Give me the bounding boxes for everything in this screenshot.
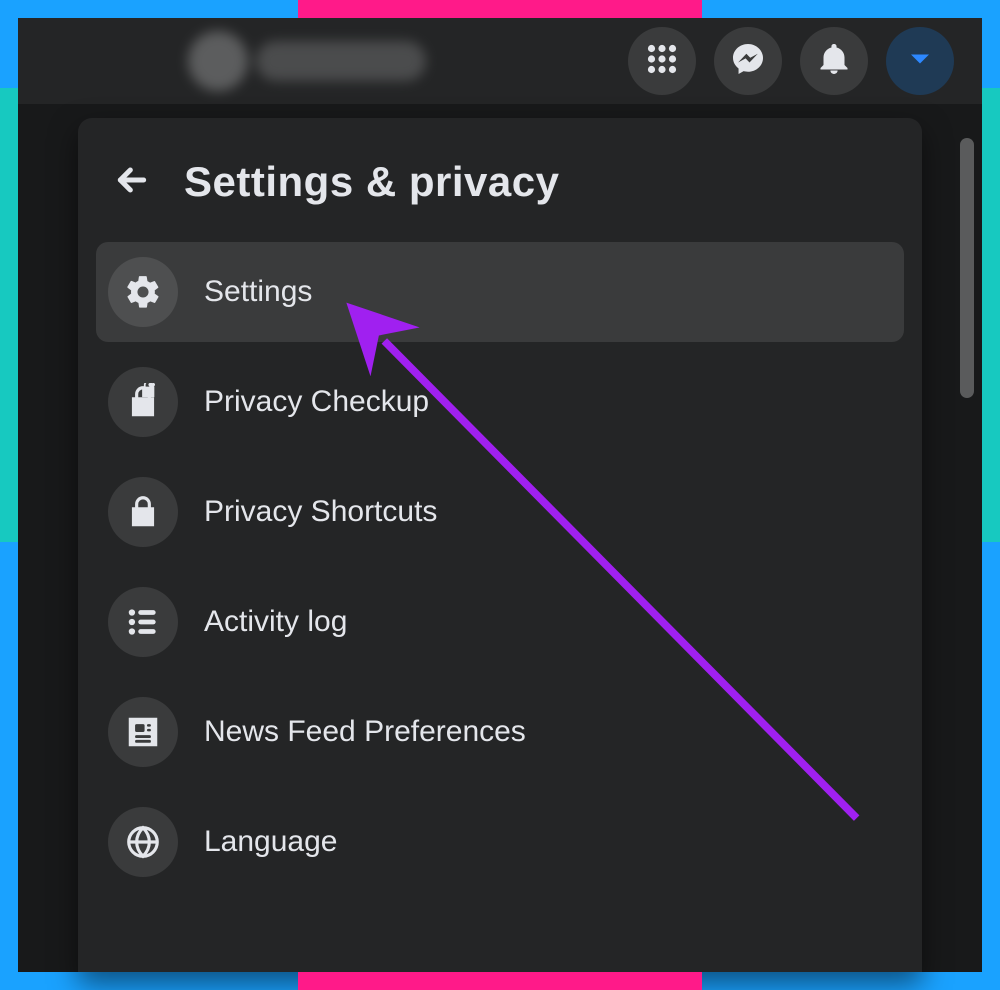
topbar — [18, 18, 982, 104]
caret-down-icon — [902, 41, 938, 82]
menu-item-privacy-shortcuts[interactable]: Privacy Shortcuts — [96, 462, 904, 562]
menu-item-label: Privacy Checkup — [204, 385, 429, 419]
profile-chip[interactable] — [188, 31, 426, 91]
menu-grid-icon — [644, 41, 680, 82]
account-menu-button[interactable] — [886, 27, 954, 95]
menu-item-activity-log[interactable]: Activity log — [96, 572, 904, 672]
menu-item-settings[interactable]: Settings — [96, 242, 904, 342]
newspaper-icon — [108, 697, 178, 767]
menu-item-label: Activity log — [204, 605, 347, 639]
bell-icon — [816, 41, 852, 82]
menu-item-label: Privacy Shortcuts — [204, 495, 437, 529]
profile-name-blurred — [256, 41, 426, 81]
app-root: Settings & privacy Settings Privacy Chec… — [18, 18, 982, 972]
gear-icon — [108, 257, 178, 327]
back-button[interactable] — [104, 154, 160, 210]
messenger-icon — [730, 41, 766, 82]
menu-item-label: News Feed Preferences — [204, 715, 526, 749]
arrow-left-icon — [112, 160, 152, 205]
panel-title: Settings & privacy — [184, 158, 559, 206]
menu-item-privacy-checkup[interactable]: Privacy Checkup — [96, 352, 904, 452]
avatar — [188, 31, 248, 91]
list-icon — [108, 587, 178, 657]
menu-item-language[interactable]: Language — [96, 792, 904, 892]
menu-item-label: Settings — [204, 275, 312, 309]
lock-heart-icon — [108, 367, 178, 437]
scrollbar-thumb[interactable] — [960, 138, 974, 398]
notifications-button[interactable] — [800, 27, 868, 95]
menu-item-news-feed-preferences[interactable]: News Feed Preferences — [96, 682, 904, 782]
menu-item-label: Language — [204, 825, 337, 859]
lock-icon — [108, 477, 178, 547]
menu-list: Settings Privacy Checkup Privacy Shortcu… — [96, 242, 904, 892]
settings-privacy-panel: Settings & privacy Settings Privacy Chec… — [78, 118, 922, 972]
menu-button[interactable] — [628, 27, 696, 95]
globe-icon — [108, 807, 178, 877]
panel-header: Settings & privacy — [96, 140, 904, 242]
messenger-button[interactable] — [714, 27, 782, 95]
